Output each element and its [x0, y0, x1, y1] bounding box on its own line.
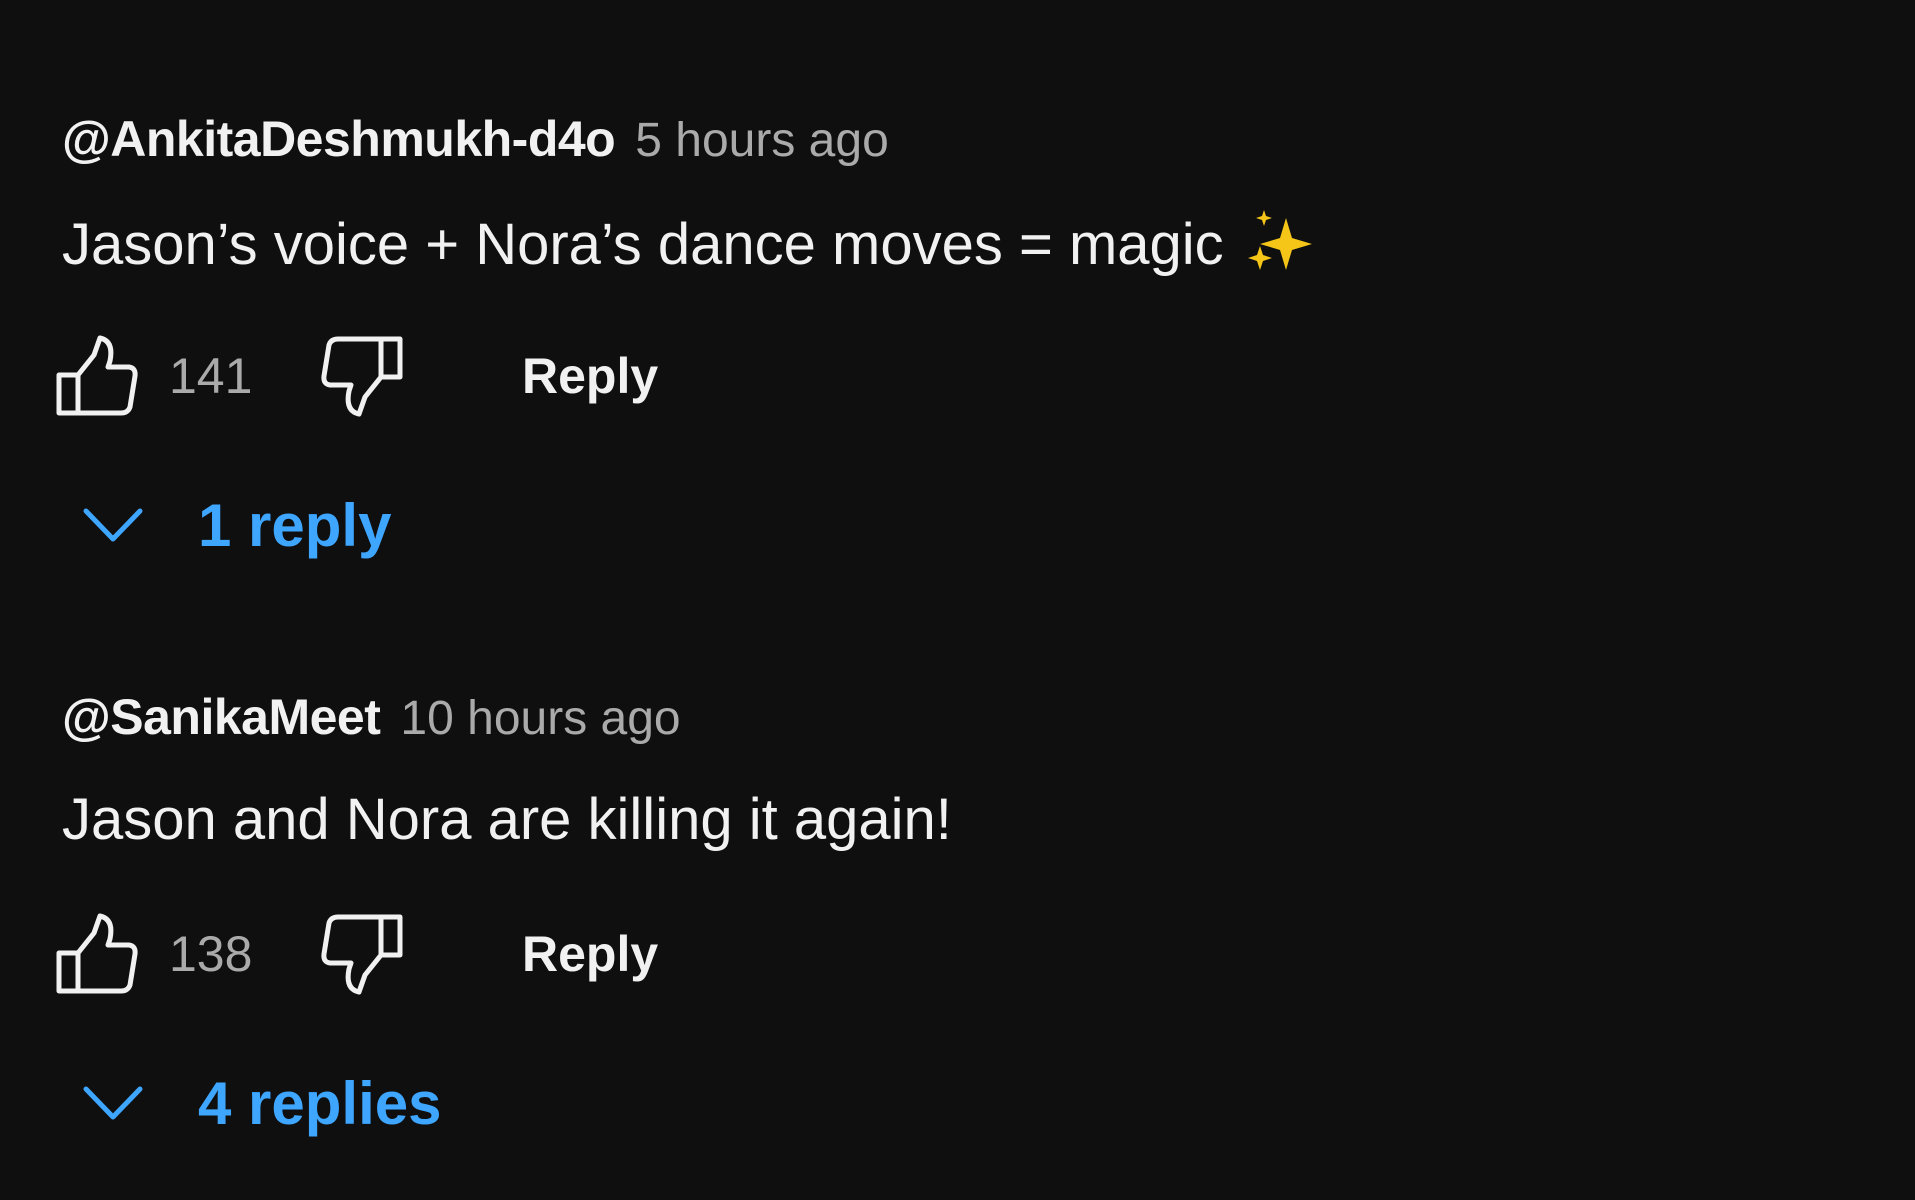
comment-timestamp[interactable]: 5 hours ago: [635, 113, 889, 168]
thumbs-up-icon[interactable]: [56, 335, 138, 417]
comment-author[interactable]: @SanikaMeet: [62, 688, 381, 746]
comment-timestamp[interactable]: 10 hours ago: [400, 691, 680, 746]
sparkles-emoji: [1247, 210, 1312, 270]
replies-count-label: 4 replies: [198, 1069, 442, 1137]
comment-body: Jason’s voice + Nora’s dance moves = mag…: [62, 211, 1224, 277]
comment-actions: 138 Reply: [56, 913, 756, 1003]
chevron-down-icon: [83, 1086, 143, 1120]
view-replies-button[interactable]: 1 reply: [82, 485, 391, 565]
thumbs-down-icon[interactable]: [321, 913, 403, 995]
thumbs-down-icon[interactable]: [321, 335, 403, 417]
chevron-down-icon: [83, 508, 143, 542]
reply-button[interactable]: Reply: [522, 347, 658, 405]
like-count: 138: [169, 926, 253, 982]
comment-header: @AnkitaDeshmukh-d4o 5 hours ago: [62, 110, 889, 176]
comment-header: @SanikaMeet 10 hours ago: [62, 688, 681, 754]
thumbs-up-icon[interactable]: [56, 913, 138, 995]
comment-text: Jason’s voice + Nora’s dance moves = mag…: [62, 208, 1318, 280]
like-count: 141: [169, 348, 253, 404]
reply-button[interactable]: Reply: [522, 925, 658, 983]
comment-actions: 141 Reply: [56, 335, 756, 425]
comment-text: Jason and Nora are killing it again!: [62, 786, 952, 853]
comment-author[interactable]: @AnkitaDeshmukh-d4o: [62, 110, 616, 168]
replies-count-label: 1 reply: [198, 491, 392, 559]
view-replies-button[interactable]: 4 replies: [82, 1063, 442, 1143]
comment-body: Jason and Nora are killing it again!: [62, 787, 952, 852]
